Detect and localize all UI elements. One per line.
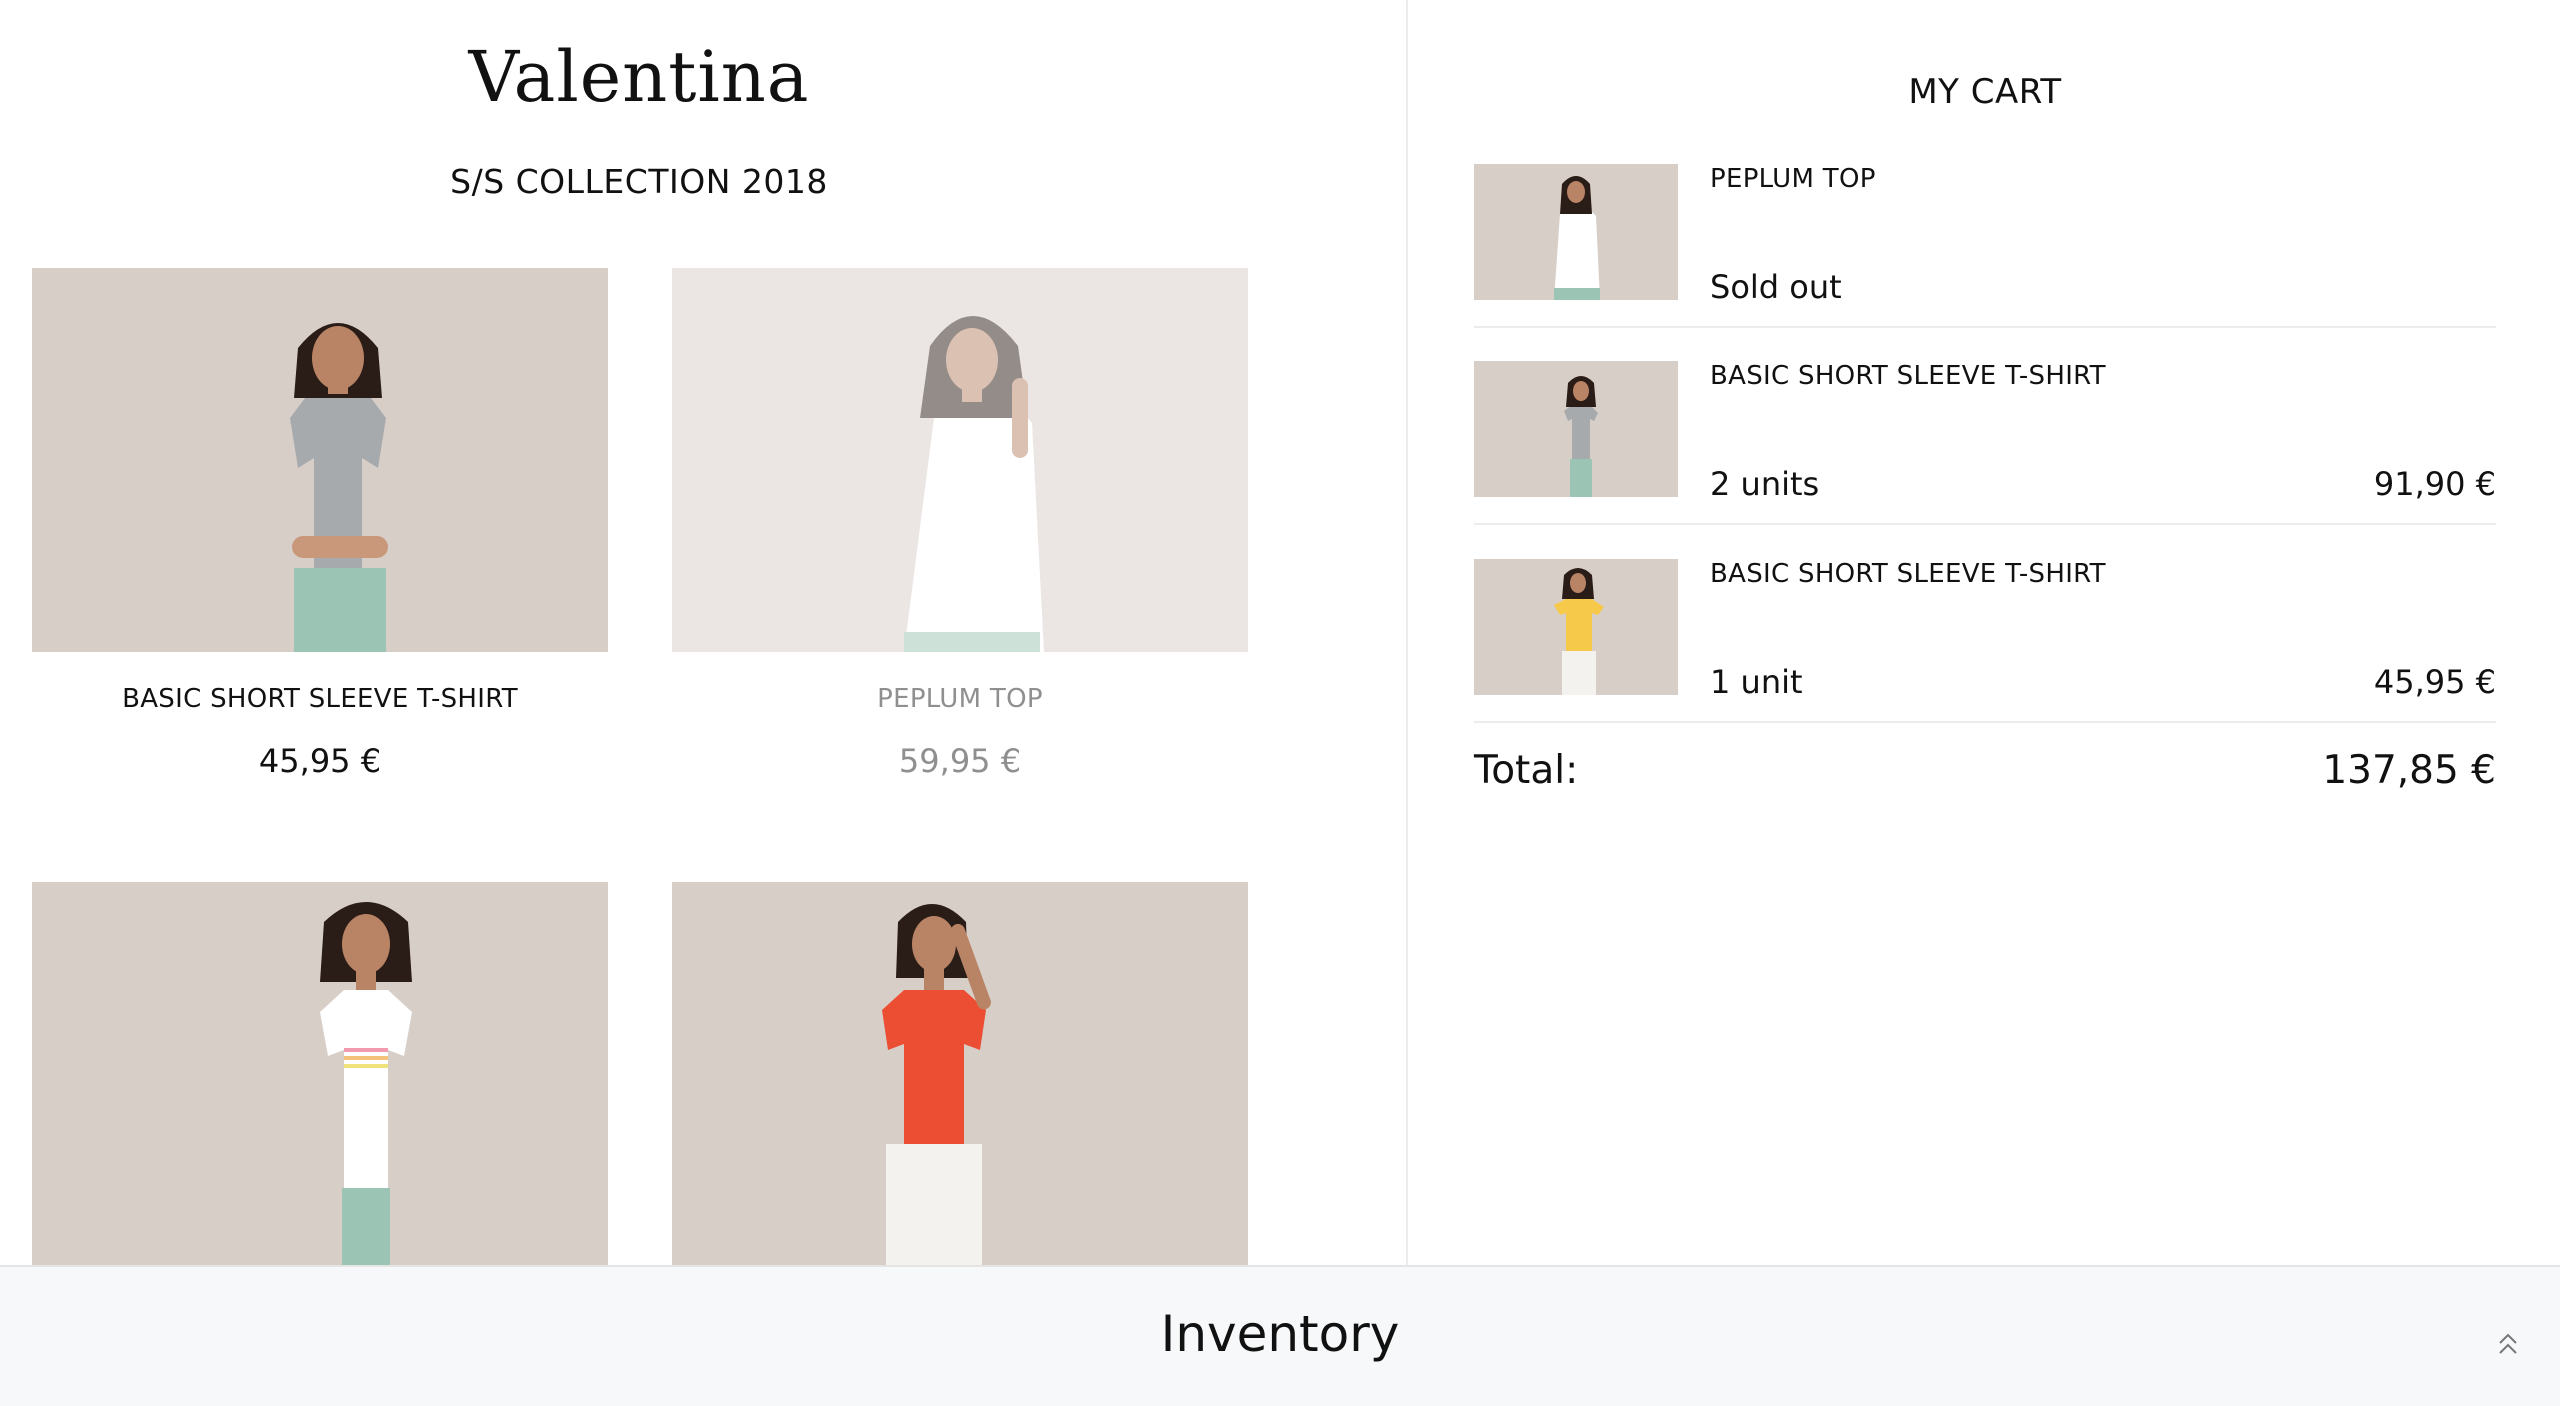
- product-card[interactable]: [672, 882, 1248, 1265]
- brand-logo: Valentina: [468, 36, 810, 118]
- cart-item-name: PEPLUM TOP: [1710, 164, 1876, 194]
- product-image[interactable]: [32, 268, 608, 652]
- collection-title: S/S COLLECTION 2018: [450, 162, 828, 201]
- cart-item-quantity: 2 units: [1710, 465, 1820, 503]
- product-card[interactable]: [32, 882, 608, 1265]
- cart-item[interactable]: BASIC SHORT SLEEVE T-SHIRT 1 unit 45,95 …: [1474, 559, 2496, 723]
- product-card[interactable]: BASIC SHORT SLEEVE T-SHIRT 45,95 €: [32, 268, 608, 780]
- cart-total-label: Total:: [1474, 748, 1579, 793]
- cart-total-value: 137,85 €: [2322, 748, 2496, 793]
- product-name[interactable]: BASIC SHORT SLEEVE T-SHIRT: [32, 684, 608, 714]
- cart-item-thumbnail[interactable]: [1474, 164, 1678, 300]
- inventory-title[interactable]: Inventory: [0, 1305, 2560, 1363]
- cart-item-price: 91,90 €: [2373, 465, 2496, 503]
- cart-total: Total: 137,85 €: [1474, 748, 2496, 798]
- product-card-sold-out[interactable]: PEPLUM TOP 59,95 €: [672, 268, 1248, 780]
- product-name[interactable]: PEPLUM TOP: [672, 684, 1248, 714]
- chevron-double-up-icon[interactable]: [2494, 1329, 2522, 1359]
- cart-item[interactable]: PEPLUM TOP Sold out: [1474, 164, 2496, 328]
- cart-title: MY CART: [1908, 72, 2062, 112]
- inventory-drawer[interactable]: Inventory: [0, 1265, 2560, 1406]
- cart-item-quantity: 1 unit: [1710, 663, 1803, 701]
- product-price: 59,95 €: [898, 742, 1022, 780]
- cart-item-name: BASIC SHORT SLEEVE T-SHIRT: [1710, 559, 2106, 589]
- product-image[interactable]: [672, 882, 1248, 1265]
- product-image[interactable]: [32, 882, 608, 1265]
- cart-item-thumbnail[interactable]: [1474, 559, 1678, 695]
- cart-item-quantity: Sold out: [1710, 268, 1842, 306]
- cart-panel: MY CART PEPLUM TOP Sold out BASIC SHORT …: [1410, 0, 2560, 1265]
- cart-item[interactable]: BASIC SHORT SLEEVE T-SHIRT 2 units 91,90…: [1474, 361, 2496, 525]
- product-image[interactable]: [672, 268, 1248, 652]
- cart-item-price: 45,95 €: [2373, 663, 2496, 701]
- product-price: 45,95 €: [258, 742, 382, 780]
- product-catalog: Valentina S/S COLLECTION 2018 BASIC SHOR…: [0, 0, 1408, 1265]
- cart-item-thumbnail[interactable]: [1474, 361, 1678, 497]
- cart-item-name: BASIC SHORT SLEEVE T-SHIRT: [1710, 361, 2106, 391]
